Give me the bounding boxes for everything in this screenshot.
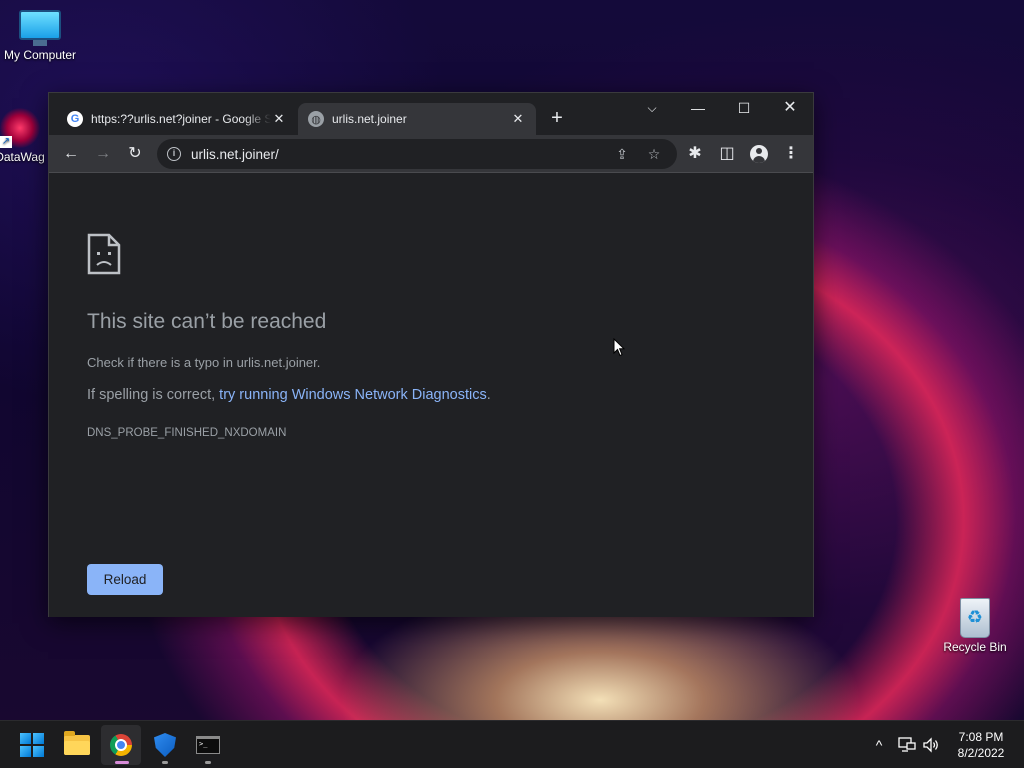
start-button[interactable] bbox=[12, 725, 52, 765]
back-button[interactable]: ← bbox=[59, 142, 83, 166]
new-tab-button[interactable]: + bbox=[545, 107, 569, 131]
reload-button[interactable]: ↻ bbox=[123, 142, 147, 166]
url-text[interactable]: urlis.net.joiner/ bbox=[191, 147, 279, 162]
folder-icon bbox=[64, 731, 90, 755]
running-indicator bbox=[205, 761, 211, 764]
share-icon[interactable]: ⇪ bbox=[611, 143, 633, 165]
minimize-button[interactable]: — bbox=[683, 97, 713, 119]
extensions-puzzle-icon[interactable]: ✱ bbox=[683, 142, 707, 166]
close-tab-icon[interactable]: ✕ bbox=[271, 111, 287, 127]
tab-urlis-active[interactable]: ◍ urlis.net.joiner ✕ bbox=[298, 103, 536, 135]
taskbar-windows-security[interactable] bbox=[145, 725, 185, 765]
running-indicator bbox=[115, 761, 129, 764]
desktop-icon-label: Recycle Bin bbox=[943, 640, 1007, 654]
maximize-button[interactable]: ☐ bbox=[729, 97, 759, 119]
mouse-cursor-icon bbox=[613, 338, 625, 357]
error-suggestion-diagnostics: If spelling is correct, try running Wind… bbox=[87, 387, 491, 403]
tab-title: https:??urlis.net?joiner - Google S bbox=[91, 112, 271, 126]
profile-avatar-icon[interactable] bbox=[747, 142, 771, 166]
running-indicator bbox=[162, 761, 168, 764]
shortcut-arrow-icon: ↗ bbox=[0, 136, 12, 148]
network-icon[interactable] bbox=[896, 721, 918, 768]
google-icon: G bbox=[67, 111, 83, 127]
clock-date: 8/2/2022 bbox=[957, 746, 1005, 760]
volume-icon[interactable] bbox=[920, 721, 942, 768]
page-reload-button[interactable]: Reload bbox=[87, 564, 163, 595]
sad-page-icon bbox=[87, 233, 121, 275]
error-suggestion-typo: Check if there is a typo in urlis.net.jo… bbox=[87, 355, 321, 370]
tab-google-search[interactable]: G https:??urlis.net?joiner - Google S ✕ bbox=[57, 103, 297, 135]
close-window-button[interactable]: ✕ bbox=[775, 97, 805, 119]
desktop-icon-label: My Computer bbox=[3, 48, 77, 62]
clock-time: 7:08 PM bbox=[958, 730, 1004, 744]
system-clock[interactable]: 7:08 PM 8/2/2022 bbox=[948, 729, 1014, 761]
windows-logo-icon bbox=[20, 733, 44, 757]
terminal-icon: >_ bbox=[196, 736, 220, 754]
chrome-icon bbox=[110, 734, 132, 756]
taskbar: >_ ^ 7:08 PM 8/2/2022 bbox=[0, 720, 1024, 768]
site-info-icon[interactable]: i bbox=[167, 147, 181, 161]
desktop-icon-my-computer[interactable]: My Computer bbox=[0, 10, 80, 62]
bookmark-star-icon[interactable]: ☆ bbox=[643, 143, 665, 165]
chrome-window: G https:??urlis.net?joiner - Google S ✕ … bbox=[48, 92, 814, 617]
taskbar-chrome[interactable] bbox=[101, 725, 141, 765]
network-diagnostics-link[interactable]: try running Windows Network Diagnostics bbox=[219, 387, 487, 403]
title-bar[interactable]: G https:??urlis.net?joiner - Google S ✕ … bbox=[49, 93, 813, 135]
address-bar[interactable]: i urlis.net.joiner/ ⇪ ☆ bbox=[157, 139, 677, 169]
recycle-bin-icon: ♻ bbox=[960, 598, 990, 638]
forward-button[interactable]: → bbox=[91, 142, 115, 166]
error-code: DNS_PROBE_FINISHED_NXDOMAIN bbox=[87, 427, 287, 439]
close-tab-icon[interactable]: ✕ bbox=[510, 111, 526, 127]
globe-icon: ◍ bbox=[308, 111, 324, 127]
error-title: This site can’t be reached bbox=[87, 310, 327, 333]
chrome-menu-icon[interactable]: ⋮ bbox=[779, 142, 803, 166]
browser-toolbar: ← → ↻ i urlis.net.joiner/ ⇪ ☆ ✱ ◫ ⋮ bbox=[49, 135, 813, 173]
desktop-icon-recycle-bin[interactable]: ♻ Recycle Bin bbox=[935, 598, 1015, 654]
datawag-app-icon: ↗ bbox=[0, 108, 40, 148]
tab-title: urlis.net.joiner bbox=[332, 112, 407, 126]
taskbar-file-explorer[interactable] bbox=[57, 725, 97, 765]
taskbar-terminal[interactable]: >_ bbox=[188, 725, 228, 765]
show-hidden-icons-chevron-icon[interactable]: ^ bbox=[868, 721, 890, 768]
shield-icon bbox=[154, 733, 176, 757]
side-panel-icon[interactable]: ◫ bbox=[715, 142, 739, 166]
monitor-icon bbox=[19, 10, 61, 40]
error-page: This site can’t be reached Check if ther… bbox=[49, 173, 813, 617]
tab-search-dropdown-icon[interactable]: ⌵ bbox=[637, 97, 667, 119]
